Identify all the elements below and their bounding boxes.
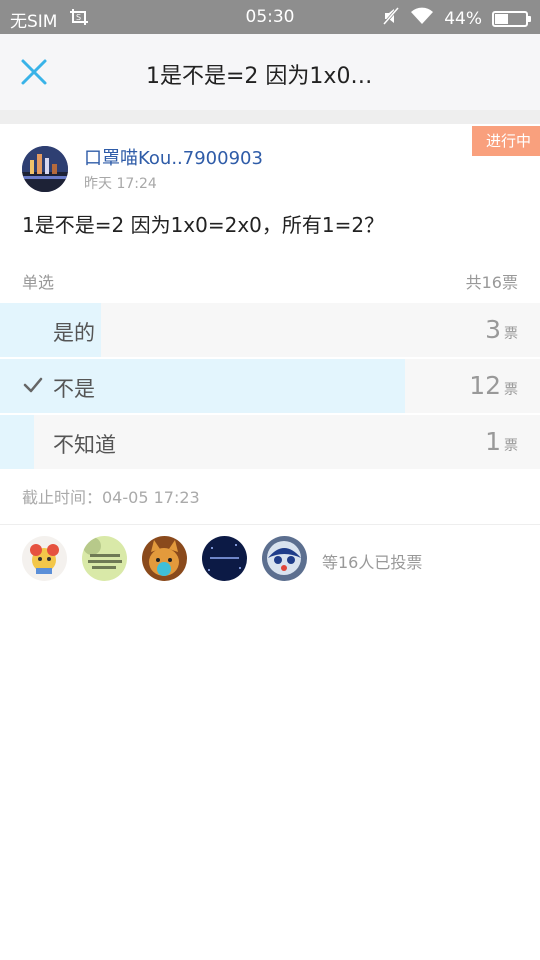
status-badge: 进行中 xyxy=(471,126,540,156)
poll-option-unknown[interactable]: 不知道 1票 xyxy=(0,415,540,469)
poll-type: 单选 xyxy=(22,273,55,292)
option-label: 不知道 xyxy=(53,433,116,457)
vote-unit: 票 xyxy=(504,326,518,342)
option-count: 12 票 xyxy=(469,371,518,400)
deadline-text: 截止时间：04-05 17:23 xyxy=(22,488,200,507)
post-text: 1是不是=2 因为1x0=2x0，所有1=2？ xyxy=(22,213,385,237)
vote-count: 1 xyxy=(485,427,501,456)
vote-bar xyxy=(0,415,34,469)
close-icon xyxy=(21,59,47,85)
voter-avatar[interactable] xyxy=(82,536,127,581)
wifi-icon xyxy=(410,7,434,30)
vote-count: 3 xyxy=(485,315,501,344)
option-count: 1票 xyxy=(485,427,518,456)
voters-row[interactable]: 等16人已投票 xyxy=(0,525,540,590)
close-button[interactable] xyxy=(16,54,52,90)
vote-unit: 票 xyxy=(504,382,518,398)
voter-avatar[interactable] xyxy=(22,536,67,581)
poll-option-no[interactable]: 不是 12 票 xyxy=(0,359,540,413)
voter-avatar[interactable] xyxy=(142,536,187,581)
voter-avatar[interactable] xyxy=(262,536,307,581)
page-title: 1是不是=2 因为1x0… xyxy=(146,64,373,89)
author-name[interactable]: 口罩喵Kou..7900903 xyxy=(84,144,263,170)
battery-percent: 44% xyxy=(444,8,482,29)
total-votes: 共16票 xyxy=(465,273,518,292)
mute-icon xyxy=(382,7,400,30)
checkmark-icon xyxy=(23,375,43,395)
avatar[interactable] xyxy=(22,146,68,192)
status-bar: 无SIM S 05:30 44% xyxy=(0,0,540,34)
section-gap xyxy=(0,110,540,124)
vote-count: 12 xyxy=(469,371,501,400)
poll-card: 进行中 口罩喵Kou..7900903 昨天 17:24 1是不是=2 因为1x… xyxy=(0,124,540,590)
option-count: 3票 xyxy=(485,315,518,344)
voter-avatar[interactable] xyxy=(202,536,247,581)
option-label: 是的 xyxy=(53,321,95,345)
poll-option-yes[interactable]: 是的 3票 xyxy=(0,303,540,357)
vote-unit: 票 xyxy=(504,438,518,454)
option-label: 不是 xyxy=(53,377,95,401)
battery-icon xyxy=(492,10,531,27)
post-time: 昨天 17:24 xyxy=(84,176,157,192)
voters-summary[interactable]: 等16人已投票 xyxy=(322,549,422,573)
top-bar: 1是不是=2 因为1x0… xyxy=(0,34,540,110)
